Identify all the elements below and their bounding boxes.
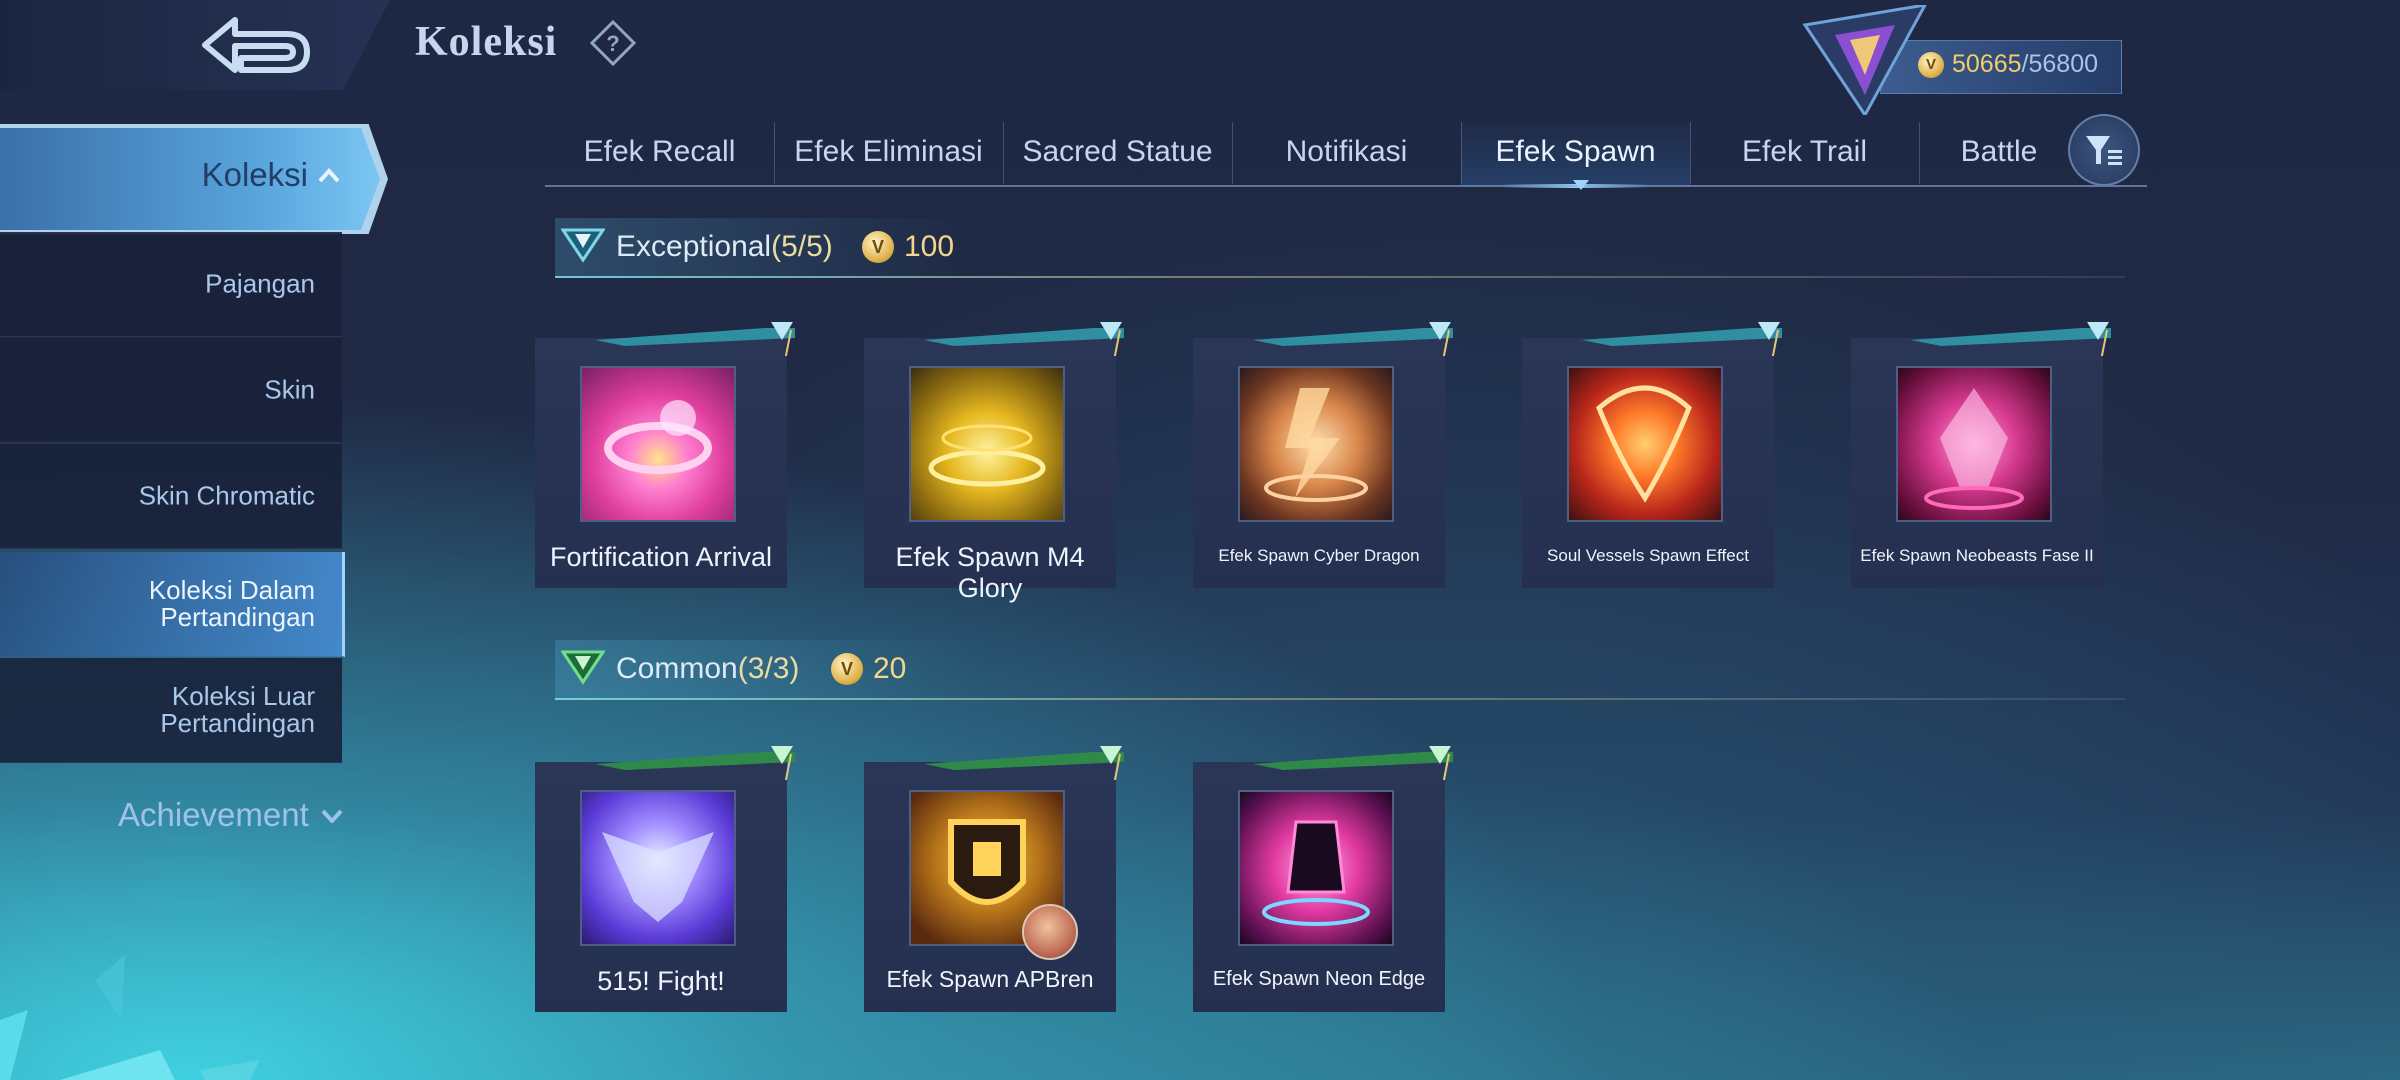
effect-thumbnail (1238, 366, 1394, 522)
tier-ribbon-icon (1253, 746, 1453, 780)
tier-ribbon-icon (1582, 322, 1782, 356)
effect-thumbnail (1238, 790, 1394, 946)
sidebar-item-label: Koleksi Luar Pertandingan (160, 681, 315, 738)
collection-points: 50665/56800 (1918, 50, 2098, 79)
collection-card-efek-spawn-m4-glory[interactable]: Efek Spawn M4 Glory (864, 322, 1124, 603)
tab-battle[interactable]: Battle (1919, 118, 2079, 186)
coin-icon (831, 653, 863, 685)
tab-label: Efek Trail (1741, 135, 1868, 168)
sidebar-item-pajangan[interactable]: Pajangan (0, 232, 342, 337)
tab-underline (545, 185, 2147, 187)
sidebar-item-koleksi-luar-pertandingan[interactable]: Koleksi Luar Pertandingan (0, 658, 342, 763)
tier-ribbon-icon (1911, 322, 2111, 356)
sidebar-item-label: Koleksi Dalam Pertandingan (148, 575, 315, 632)
active-tab-caret-icon (1573, 180, 1589, 190)
tab-label: Efek Recall (583, 135, 736, 168)
page-title: Koleksi (415, 19, 558, 65)
filter-button[interactable] (2068, 114, 2140, 186)
card-name: Efek Spawn Cyber Dragon (1218, 546, 1420, 565)
tab-label: Battle (1960, 135, 2038, 168)
sidebar-item-skin-chromatic[interactable]: Skin Chromatic (0, 444, 342, 549)
chevron-down-icon (321, 809, 343, 823)
tab-label: Efek Spawn (1495, 135, 1656, 168)
effect-thumbnail (580, 366, 736, 522)
sidebar-main-label: Koleksi (201, 156, 308, 193)
tab-efek-spawn[interactable]: Efek Spawn (1461, 118, 1690, 188)
svg-text:?: ? (606, 31, 619, 56)
effect-thumbnail (1896, 366, 2052, 522)
tab-notifikasi[interactable]: Notifikasi (1232, 118, 1461, 186)
effect-thumbnail (1567, 366, 1723, 522)
card-name: Efek Spawn Neobeasts Fase II (1860, 546, 2094, 565)
points-max: 56800 (2028, 50, 2099, 78)
effect-thumbnail (909, 366, 1065, 522)
tab-sacred-statue[interactable]: Sacred Statue (1003, 118, 1232, 186)
filter-icon (2086, 136, 2122, 165)
sidebar-item-label: Skin (264, 374, 315, 405)
collection-card-efek-spawn-apbren[interactable]: Efek Spawn APBren (864, 746, 1124, 1012)
sidebar-item-label: Skin Chromatic (138, 480, 315, 511)
tier-badge-icon (561, 650, 605, 685)
hero-avatar (1022, 904, 1078, 960)
sidebar-item-skin[interactable]: Skin (0, 338, 342, 443)
section-header-common: Common(3/3) 20 (555, 640, 2125, 700)
tab-label: Efek Eliminasi (794, 135, 983, 168)
collection-card-efek-spawn-neon-edge[interactable]: Efek Spawn Neon Edge (1193, 746, 1453, 1012)
tier-ribbon-icon (595, 746, 795, 780)
section-cost: 100 (862, 230, 954, 264)
card-name: Efek Spawn M4 Glory (895, 542, 1085, 603)
sidebar-achievement[interactable]: Achievement (118, 796, 343, 834)
coin-icon (862, 231, 894, 263)
decorative-crystals (0, 955, 260, 1080)
section-title: Common(3/3) (616, 652, 799, 686)
back-button[interactable] (190, 10, 320, 80)
section-title: Exceptional(5/5) (616, 230, 833, 264)
help-icon[interactable]: ? (590, 20, 636, 66)
chevron-up-icon (318, 168, 340, 183)
tab-efek-recall[interactable]: Efek Recall (545, 118, 774, 186)
collection-card-soul-vessels-spawn-effect[interactable]: Soul Vessels Spawn Effect (1522, 322, 1782, 588)
back-arrow-icon (202, 17, 310, 73)
points-current: 50665 (1952, 50, 2022, 78)
collection-card-efek-spawn-cyber-dragon[interactable]: Efek Spawn Cyber Dragon (1193, 322, 1453, 588)
collection-card-efek-spawn-neobeasts-fase-ii[interactable]: Efek Spawn Neobeasts Fase II (1851, 322, 2111, 588)
section-cost: 20 (831, 652, 906, 686)
rank-emblem-icon (1802, 5, 1927, 115)
tab-efek-eliminasi[interactable]: Efek Eliminasi (774, 118, 1003, 186)
coin-icon (1918, 51, 1944, 78)
collection-card-515-fight[interactable]: 515! Fight! (535, 746, 795, 1012)
tab-label: Sacred Statue (1022, 135, 1213, 168)
section-cost-value: 20 (873, 652, 907, 685)
tier-badge-icon (561, 228, 605, 263)
card-name: 515! Fight! (597, 966, 725, 996)
tier-ribbon-icon (924, 746, 1124, 780)
tab-efek-trail[interactable]: Efek Trail (1690, 118, 1919, 186)
section-count: (5/5) (771, 230, 833, 263)
card-name: Soul Vessels Spawn Effect (1547, 546, 1749, 565)
tab-bar: Efek Recall Efek Eliminasi Sacred Statue… (545, 118, 2145, 188)
card-name: Fortification Arrival (549, 542, 773, 572)
section-divider (555, 276, 2125, 278)
sidebar-main-label-wrap: Koleksi (202, 156, 340, 194)
sidebar-item-koleksi-dalam-pertandingan[interactable]: Koleksi Dalam Pertandingan (0, 552, 345, 657)
section-title-text: Exceptional (616, 230, 772, 263)
sidebar-item-label: Pajangan (205, 268, 315, 299)
collection-card-fortification-arrival[interactable]: Fortification Arrival (535, 322, 795, 588)
tier-ribbon-icon (595, 322, 795, 356)
section-divider (555, 698, 2125, 700)
card-name: Efek Spawn APBren (886, 966, 1094, 992)
tier-ribbon-icon (924, 322, 1124, 356)
tab-label: Notifikasi (1285, 135, 1408, 168)
effect-thumbnail (580, 790, 736, 946)
card-name: Efek Spawn Neon Edge (1212, 968, 1426, 990)
section-header-exceptional: Exceptional(5/5) 100 (555, 218, 2125, 278)
section-count: (3/3) (737, 652, 800, 685)
tier-ribbon-icon (1253, 322, 1453, 356)
section-cost-value: 100 (904, 230, 955, 263)
achievement-label: Achievement (118, 796, 309, 833)
section-title-text: Common (616, 652, 738, 685)
